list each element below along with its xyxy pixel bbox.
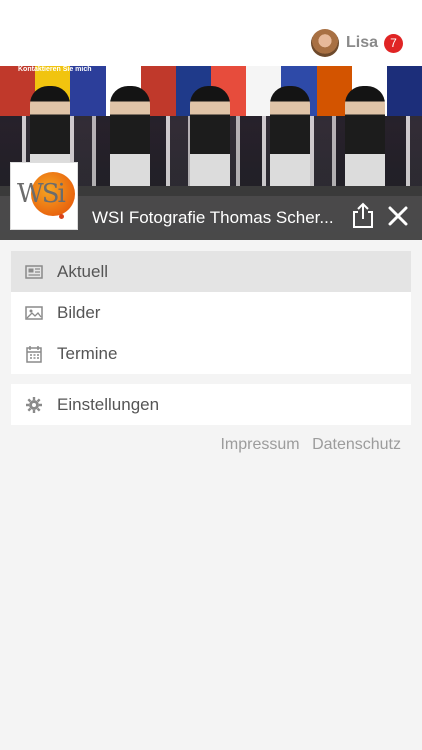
notification-badge[interactable]: 7 bbox=[384, 34, 403, 53]
menu-item-einstellungen[interactable]: Einstellungen bbox=[11, 384, 411, 425]
gear-icon bbox=[26, 397, 42, 413]
footer-links: Impressum Datenschutz bbox=[212, 436, 401, 454]
menu-label: Aktuell bbox=[57, 262, 109, 281]
menu-label: Bilder bbox=[57, 303, 101, 322]
datenschutz-link[interactable]: Datenschutz bbox=[312, 436, 401, 453]
menu-label: Einstellungen bbox=[57, 395, 160, 414]
share-icon[interactable] bbox=[351, 202, 375, 228]
username[interactable]: Lisa bbox=[346, 34, 378, 52]
newspaper-icon bbox=[25, 265, 43, 279]
main-menu: Aktuell Bilder Termine bbox=[11, 251, 411, 374]
impressum-link[interactable]: Impressum bbox=[220, 436, 299, 453]
logo-text: WSi bbox=[17, 179, 66, 209]
settings-menu: Einstellungen bbox=[11, 384, 411, 425]
site-title: WSI Fotografie Thomas Scher... bbox=[92, 208, 334, 227]
menu-item-aktuell[interactable]: Aktuell bbox=[11, 251, 411, 292]
dancer-figure bbox=[110, 86, 150, 196]
dancer-figure bbox=[345, 86, 385, 196]
contact-text[interactable]: Kontaktieren Sie mich bbox=[18, 66, 92, 73]
top-bar: Lisa 7 bbox=[0, 0, 422, 66]
menu-item-termine[interactable]: Termine bbox=[11, 333, 411, 374]
calendar-icon bbox=[26, 346, 42, 363]
site-logo[interactable]: WSi bbox=[10, 162, 78, 230]
close-icon[interactable] bbox=[388, 206, 408, 226]
image-icon bbox=[25, 306, 43, 320]
user-avatar[interactable] bbox=[311, 29, 339, 57]
dancer-figure bbox=[190, 86, 230, 196]
menu-label: Termine bbox=[57, 344, 118, 363]
logo-dot bbox=[59, 214, 64, 219]
dancer-figure bbox=[270, 86, 310, 196]
menu-item-bilder[interactable]: Bilder bbox=[11, 292, 411, 333]
